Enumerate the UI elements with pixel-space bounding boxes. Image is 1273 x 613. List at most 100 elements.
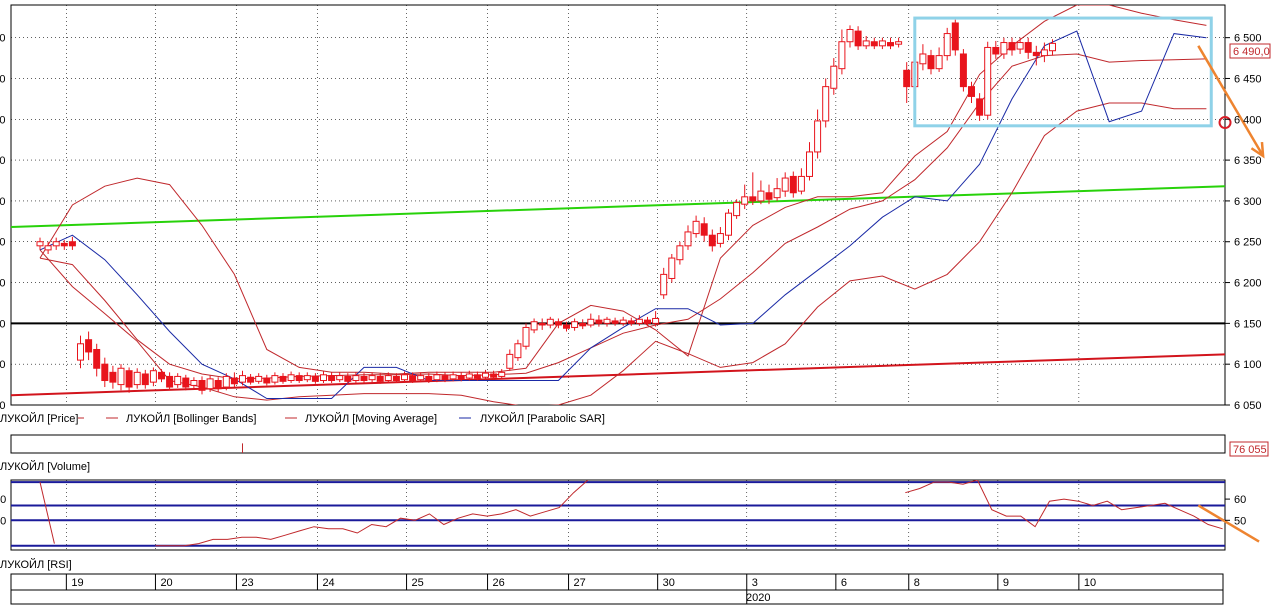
candle-body-up	[603, 318, 611, 324]
candle-body-up	[943, 33, 951, 57]
candle-body-down	[344, 375, 352, 382]
candle-body-up	[1016, 42, 1024, 50]
trading-chart: 6 050 6 050 6 100 6 100 6 150 6 150 6 200 6 200…	[0, 4, 1271, 605]
volume-panel	[10, 434, 1226, 454]
candle-body-down	[441, 375, 449, 381]
candle-body-down	[554, 321, 562, 326]
candle-body-up	[133, 371, 141, 386]
volume-value-label: 76 055	[1233, 444, 1267, 456]
candle-body-up	[838, 41, 846, 70]
price-tick-5: 6 300	[1234, 196, 1262, 208]
price-tick-6: 6 350	[1234, 155, 1262, 167]
candle-body-up	[587, 318, 595, 326]
candle-body-up	[733, 202, 741, 217]
candle-body-down	[538, 322, 546, 326]
candle-body-down	[927, 55, 935, 70]
day-label-7: 30	[663, 577, 675, 589]
candle-body-down	[627, 320, 635, 324]
candle-body-up	[449, 374, 457, 380]
candle-body-down	[708, 234, 716, 247]
candle-body-down	[611, 320, 619, 324]
candle-body-up	[773, 188, 781, 199]
day-label-5: 26	[493, 577, 505, 589]
rsi-tick-left-1: 60	[0, 494, 6, 506]
day-label-10: 8	[914, 577, 920, 589]
candle-body-down	[951, 22, 959, 51]
price-tick-3: 6 200	[1234, 278, 1262, 290]
candle-body-down	[376, 375, 384, 382]
candle-body-up	[52, 241, 60, 247]
candle-body-down	[311, 375, 319, 382]
candle-body-down	[959, 53, 967, 88]
candle-body-up	[36, 241, 44, 247]
candle-body-up	[77, 343, 84, 361]
candle-body-up	[806, 151, 813, 177]
candle-body-down	[976, 98, 984, 116]
candle-body-down	[789, 175, 797, 194]
rsi-tick-1: 60	[1234, 494, 1246, 506]
candle-body-down	[166, 375, 174, 388]
candle-body-up	[44, 245, 52, 251]
candle-body-down	[1024, 42, 1032, 53]
candle-body-down	[457, 375, 465, 380]
candle-body-up	[287, 374, 295, 382]
price-panel	[10, 4, 1226, 406]
candle-body-up	[692, 220, 700, 235]
candle-body-down	[409, 375, 417, 382]
candle-body-up	[830, 65, 838, 89]
candle-body-up	[514, 343, 522, 359]
candle-body-down	[992, 46, 1000, 55]
candle-body-up	[895, 41, 903, 45]
candle-body-up	[716, 233, 724, 244]
candle-body-up	[190, 380, 198, 386]
candle-body-down	[870, 41, 878, 47]
legend-moving-average: ЛУКОЙЛ [Moving Average]	[305, 412, 437, 425]
candle-body-down	[68, 241, 76, 247]
price-tick-2: 6 150	[1234, 318, 1262, 330]
candle-body-up	[822, 86, 830, 122]
price-tick-left-7: 6 400	[0, 114, 6, 126]
day-label-11: 9	[1003, 577, 1009, 589]
candle-body-up	[684, 231, 692, 247]
price-tick-left-9: 6 500	[0, 33, 6, 45]
candle-body-up	[384, 375, 392, 382]
candle-body-down	[1008, 42, 1016, 51]
candle-body-up	[797, 175, 805, 192]
candle-body-down	[125, 370, 133, 388]
candle-body-up	[546, 318, 554, 326]
candle-body-down	[903, 69, 911, 88]
candle-body-down	[214, 380, 222, 390]
day-label-4: 25	[412, 577, 424, 589]
price-tick-left-6: 6 350	[0, 155, 6, 167]
candle-body-up	[814, 120, 822, 153]
current-price-label: 6 490,0	[1233, 46, 1270, 58]
candle-body-up	[846, 28, 854, 43]
candle-body-down	[60, 242, 68, 247]
candle-body-up	[725, 212, 732, 236]
candle-body-down	[563, 324, 570, 329]
volume-legend: ЛУКОЙЛ [Volume]	[0, 460, 90, 473]
candle-body-down	[182, 377, 190, 388]
candle-body-down	[425, 375, 433, 382]
price-tick-left-0: 6 050	[0, 400, 6, 412]
candle-body-down	[328, 375, 336, 382]
candle-body-up	[271, 375, 279, 383]
rsi-tick-left-0: 50	[0, 515, 6, 527]
candle-body-down	[490, 373, 498, 378]
rsi-legend: ЛУКОЙЛ [RSI]	[0, 558, 72, 571]
candle-body-down	[392, 375, 400, 382]
day-axis	[10, 573, 1224, 591]
candle-body-up	[465, 373, 473, 379]
candle-body-up	[571, 321, 579, 328]
candle-body-down	[109, 371, 117, 383]
day-label-3: 24	[322, 577, 334, 589]
day-label-1: 20	[160, 577, 172, 589]
candle-body-up	[660, 273, 668, 296]
candle-body-up	[149, 370, 157, 383]
candle-body-up	[781, 177, 789, 192]
candle-body-up	[482, 372, 489, 378]
candle	[733, 199, 741, 219]
candle-body-down	[749, 196, 757, 202]
candle-body-down	[360, 375, 368, 382]
candle-body-up	[635, 318, 643, 324]
